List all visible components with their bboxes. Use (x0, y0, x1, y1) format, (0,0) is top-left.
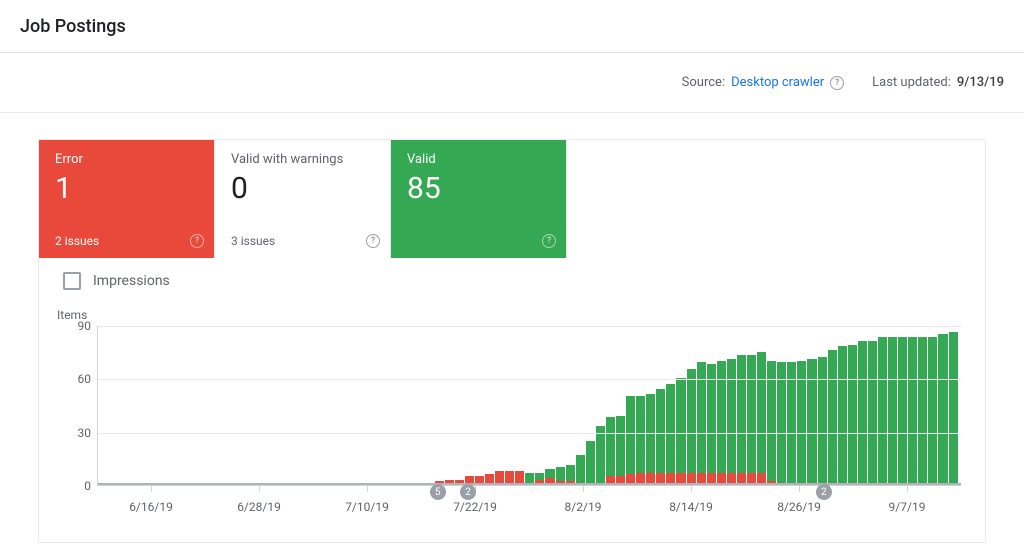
x-tick: 9/7/19 (889, 500, 926, 514)
bar (697, 362, 706, 485)
bar (787, 362, 796, 485)
bar (878, 337, 887, 485)
x-tick: 6/28/19 (237, 500, 281, 514)
source-link[interactable]: Desktop crawler (731, 75, 824, 90)
bar (949, 332, 958, 485)
bar (928, 337, 937, 485)
bar (687, 369, 696, 485)
tile-valid[interactable]: Valid 85 ? (391, 140, 567, 258)
help-icon[interactable]: ? (542, 234, 556, 248)
bar (747, 355, 756, 485)
last-updated-value: 9/13/19 (957, 75, 1004, 90)
tile-valid-label: Valid (407, 152, 554, 167)
last-updated: Last updated: 9/13/19 (872, 75, 1004, 90)
bar (838, 346, 847, 485)
chart-section: Impressions Items 0 30 60 90 6/16/19 6/28/19… (39, 258, 985, 542)
help-icon[interactable]: ? (190, 234, 204, 248)
y-tick: 30 (78, 426, 92, 440)
bar (938, 334, 947, 485)
bar (576, 455, 585, 485)
tile-error-footer: 2 issues (55, 234, 202, 248)
x-tick: 6/16/19 (129, 500, 173, 514)
source-label: Source: (682, 75, 725, 90)
y-tick: 0 (84, 479, 91, 493)
bar (777, 362, 786, 485)
bar (586, 441, 595, 485)
source-info: Source: Desktop crawler ? (682, 75, 844, 90)
bar (828, 350, 837, 485)
content: Error 1 2 issues ? Valid with warnings 0… (0, 113, 1024, 543)
bar (616, 416, 625, 485)
timeline-marker[interactable]: 2 (460, 484, 476, 500)
bar (868, 341, 877, 485)
x-axis: 6/16/19 6/28/19 7/10/19 7/22/19 8/2/19 8/14/1… (97, 486, 961, 522)
bar (727, 359, 736, 485)
timeline-marker[interactable]: 5 (430, 484, 446, 500)
bar (858, 341, 867, 485)
status-tiles: Error 1 2 issues ? Valid with warnings 0… (39, 140, 985, 258)
bar (898, 337, 907, 485)
bar (606, 417, 615, 485)
bars (98, 326, 961, 485)
bar (666, 384, 675, 485)
bar (596, 426, 605, 485)
plot-area (97, 326, 961, 486)
tile-error[interactable]: Error 1 2 issues ? (39, 140, 215, 258)
help-icon[interactable]: ? (366, 234, 380, 248)
page-header: Job Postings (0, 0, 1024, 53)
y-axis: 0306090 (63, 326, 97, 486)
bar (888, 337, 897, 485)
tile-warning[interactable]: Valid with warnings 0 3 issues ? (215, 140, 391, 258)
y-tick: 60 (78, 372, 92, 386)
bar (848, 345, 857, 485)
meta-bar: Source: Desktop crawler ? Last updated: … (0, 53, 1024, 113)
bar (707, 364, 716, 485)
bar (908, 337, 917, 485)
tile-error-value: 1 (55, 171, 202, 206)
x-tick: 7/22/19 (453, 500, 497, 514)
bar (818, 357, 827, 485)
x-tick: 8/14/19 (669, 500, 713, 514)
bar (918, 337, 927, 485)
bar (807, 359, 816, 485)
bar (656, 389, 665, 485)
plot-frame: 0306090 (63, 326, 961, 486)
tile-warning-footer: 3 issues (231, 234, 378, 248)
zero-line (98, 483, 961, 485)
bar (626, 396, 635, 485)
bar (646, 394, 655, 485)
tile-warning-value: 0 (231, 171, 378, 206)
tile-valid-value: 85 (407, 171, 554, 206)
timeline-marker[interactable]: 2 (816, 484, 832, 500)
x-tick: 8/2/19 (565, 500, 602, 514)
status-card: Error 1 2 issues ? Valid with warnings 0… (38, 139, 986, 543)
impressions-label: Impressions (93, 273, 170, 289)
page-title: Job Postings (20, 16, 126, 37)
y-axis-title: Items (57, 308, 961, 322)
checkbox-icon[interactable] (63, 272, 81, 290)
tile-error-label: Error (55, 152, 202, 167)
x-tick: 8/26/19 (777, 500, 821, 514)
bar (636, 396, 645, 485)
bar (737, 355, 746, 485)
y-tick: 90 (78, 319, 92, 333)
tile-warning-label: Valid with warnings (231, 152, 378, 167)
bar (757, 352, 766, 485)
last-updated-label: Last updated: (872, 75, 951, 90)
x-tick: 7/10/19 (345, 500, 389, 514)
impressions-toggle[interactable]: Impressions (63, 272, 961, 290)
help-icon[interactable]: ? (830, 76, 844, 90)
